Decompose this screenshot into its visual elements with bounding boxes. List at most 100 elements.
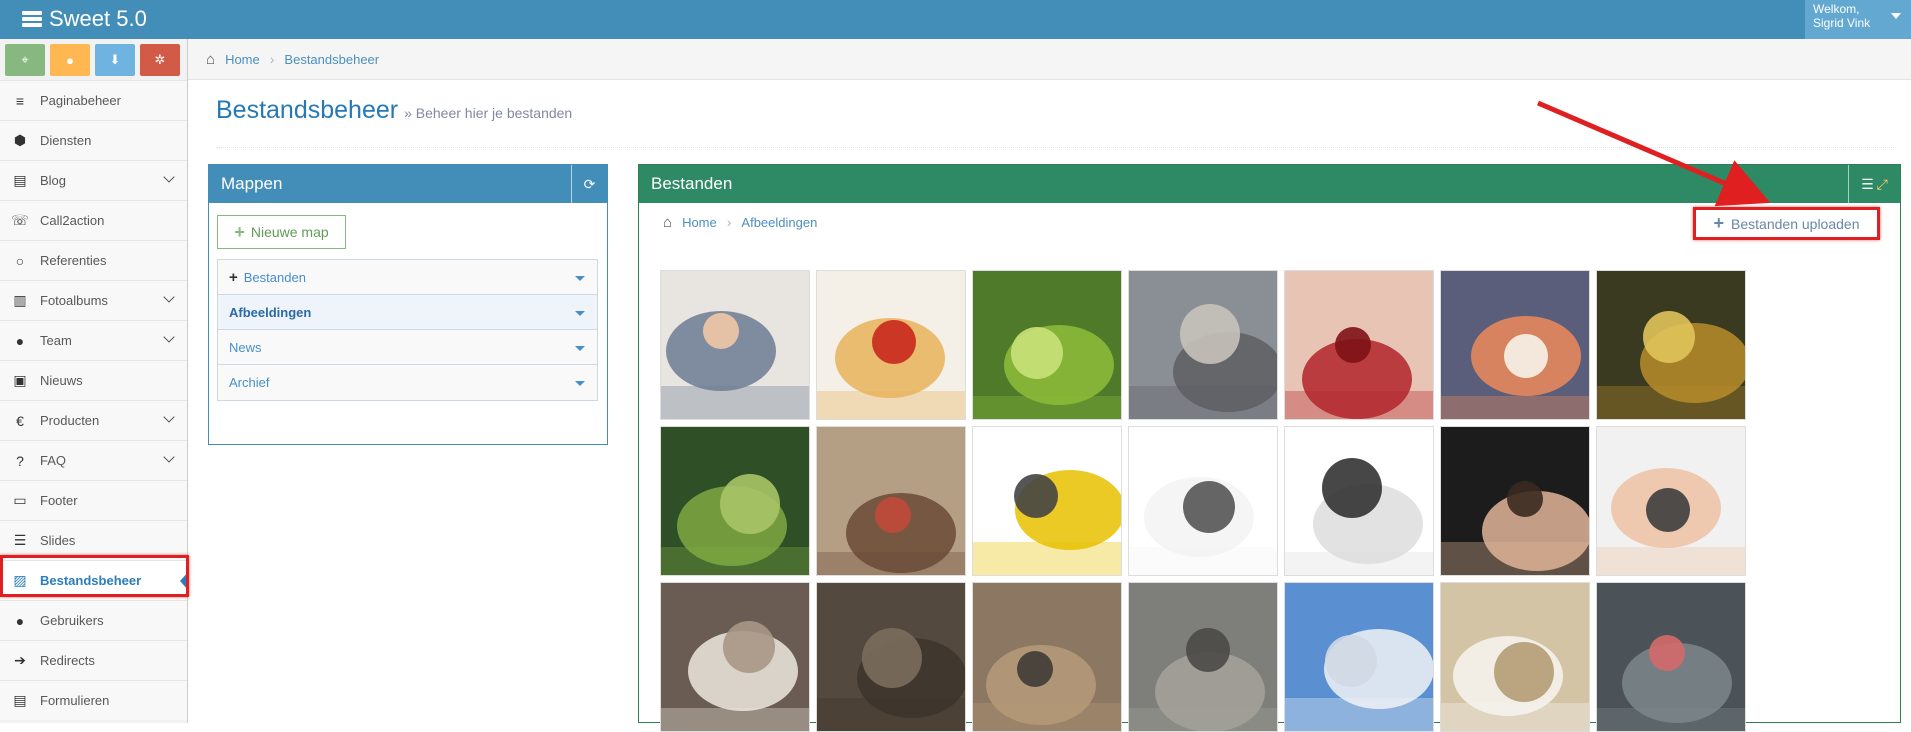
- image-thumbnail[interactable]: [1128, 582, 1278, 732]
- image-thumbnail[interactable]: [1596, 270, 1746, 420]
- sidebar-item-faq[interactable]: ? FAQ: [0, 440, 187, 480]
- image-thumbnail[interactable]: [660, 582, 810, 732]
- sidebar-item-label: Paginabeheer: [40, 93, 121, 108]
- view-toggle[interactable]: ☰ ⤢: [1848, 165, 1900, 203]
- sidebar-item-call2action[interactable]: ☏ Call2action: [0, 200, 187, 240]
- expand-icon[interactable]: ⤢: [1877, 176, 1888, 193]
- home-icon: ⌂: [206, 50, 216, 68]
- highlight-box: [0, 555, 189, 597]
- home-icon: ⌂: [663, 213, 673, 231]
- list-alt-icon: ▤: [13, 692, 27, 708]
- sidebar: ⌖ ● ⬇ ✲ ≡ Paginabeheer ⬢ Diensten ▤ Blog ☏ Call2ac…: [0, 39, 189, 723]
- image-thumbnail[interactable]: [1284, 270, 1434, 420]
- image-thumbnail[interactable]: [1596, 426, 1746, 576]
- shortcut-button[interactable]: ⬇: [95, 44, 135, 76]
- folder-label: News: [229, 340, 262, 355]
- sidebar-item-gebruikers[interactable]: ● Gebruikers: [0, 600, 187, 640]
- volume-control-phone-icon: ☏: [11, 212, 29, 228]
- image-thumbnail[interactable]: [1596, 582, 1746, 732]
- breadcrumb-home-link[interactable]: Home: [225, 52, 260, 67]
- folder-breadcrumb-home[interactable]: Home: [682, 215, 717, 230]
- shortcut-button[interactable]: ✲: [140, 44, 180, 76]
- users-icon: ●: [15, 332, 25, 349]
- sidebar-item-referenties[interactable]: ○ Referenties: [0, 240, 187, 280]
- image-thumbnail[interactable]: [816, 426, 966, 576]
- sidebar-item-footer[interactable]: ▭ Footer: [0, 480, 187, 520]
- image-thumbnail[interactable]: [972, 582, 1122, 732]
- sidebar-item-label: Producten: [40, 413, 100, 428]
- sidebar-item-blog[interactable]: ▤ Blog: [0, 160, 187, 200]
- folder-item[interactable]: News: [217, 329, 598, 366]
- sidebar-item-redirects[interactable]: ➔ Redirects: [0, 640, 187, 680]
- image-thumbnail[interactable]: [972, 426, 1122, 576]
- image-thumbnail[interactable]: [816, 270, 966, 420]
- sidebar-item-label: Nieuws: [40, 373, 83, 388]
- book-icon: ▥: [13, 292, 27, 308]
- image-thumbnail[interactable]: [1128, 426, 1278, 576]
- sidebar-item-nieuws[interactable]: ▣ Nieuws: [0, 360, 187, 400]
- caret-down-icon[interactable]: [575, 346, 585, 351]
- euro-icon: €: [16, 412, 24, 429]
- image-thumbnail[interactable]: [1440, 270, 1590, 420]
- newspaper-icon: ▣: [13, 372, 27, 388]
- image-thumbnail[interactable]: [660, 426, 810, 576]
- page-title: Bestandsbeheer: [216, 96, 399, 124]
- sidebar-item-formulieren[interactable]: ▤ Formulieren: [0, 680, 187, 720]
- breadcrumb-separator: ›: [726, 214, 732, 230]
- sidebar-item-label: Slides: [40, 533, 76, 548]
- image-grid: [660, 270, 1746, 732]
- folder-item[interactable]: Afbeeldingen: [217, 294, 598, 331]
- shortcut-button[interactable]: ⌖: [5, 44, 45, 76]
- chevron-down-icon: [163, 411, 175, 423]
- user-icon: ●: [15, 612, 25, 629]
- map-marker-icon: ⌖: [21, 52, 29, 67]
- image-thumbnail[interactable]: [816, 582, 966, 732]
- image-thumbnail[interactable]: [660, 270, 810, 420]
- sidebar-item-label: FAQ: [40, 453, 67, 468]
- sidebar-item-label: Diensten: [40, 133, 92, 148]
- folder-item[interactable]: Archief: [217, 364, 598, 401]
- brand-logo[interactable]: Sweet 5.0: [22, 4, 147, 34]
- image-thumbnail[interactable]: [1284, 582, 1434, 732]
- refresh-icon[interactable]: ⟳: [571, 165, 607, 203]
- shortcut-button[interactable]: ●: [50, 44, 90, 76]
- brand-title: Sweet 5.0: [49, 6, 147, 31]
- arrow-circle-right-icon: ➔: [14, 652, 26, 668]
- sidebar-item-producten[interactable]: € Producten: [0, 400, 187, 440]
- mappen-panel: Mappen ⟳ + Nieuwe map + Bestanden Afbeeldin…: [208, 164, 608, 445]
- caret-down-icon[interactable]: [575, 381, 585, 386]
- user-menu[interactable]: Welkom, Sigrid Vink: [1805, 0, 1911, 39]
- sidebar-item-label: Footer: [40, 493, 78, 508]
- new-folder-button[interactable]: + Nieuwe map: [217, 215, 346, 249]
- top-navbar: Sweet 5.0 Welkom, Sigrid Vink: [0, 0, 1911, 39]
- image-thumbnail[interactable]: [1440, 582, 1590, 732]
- sidebar-item-paginabeheer[interactable]: ≡ Paginabeheer: [0, 80, 187, 120]
- mappen-title: Mappen: [221, 174, 283, 193]
- chevron-down-icon: [163, 291, 175, 303]
- server-icon: [22, 11, 42, 27]
- caret-down-icon[interactable]: [575, 276, 585, 281]
- download-icon: ⬇: [109, 52, 121, 67]
- sidebar-item-diensten[interactable]: ⬢ Diensten: [0, 120, 187, 160]
- sidebar-item-fotoalbums[interactable]: ▥ Fotoalbums: [0, 280, 187, 320]
- question-circle-icon: ?: [16, 452, 24, 469]
- sidebar-item-slides[interactable]: ☰ Slides: [0, 520, 187, 560]
- sidebar-item-team[interactable]: ● Team: [0, 320, 187, 360]
- file-text-icon: ▤: [13, 172, 27, 188]
- image-thumbnail[interactable]: [1440, 426, 1590, 576]
- folder-label: Afbeeldingen: [229, 305, 312, 320]
- breadcrumb: ⌂ Home › Bestandsbeheer: [188, 39, 1911, 80]
- sliders-icon: ☰: [13, 532, 27, 548]
- breadcrumb-separator: ›: [269, 51, 275, 67]
- list-alt-icon: ▭: [13, 492, 27, 508]
- sidebar-nav: ≡ Paginabeheer ⬢ Diensten ▤ Blog ☏ Call2action ○…: [0, 80, 189, 720]
- cubes-icon: ⬢: [13, 132, 27, 148]
- image-thumbnail[interactable]: [972, 270, 1122, 420]
- image-thumbnail[interactable]: [1128, 270, 1278, 420]
- caret-down-icon[interactable]: [575, 311, 585, 316]
- mappen-header: Mappen ⟳: [209, 165, 607, 203]
- sidebar-item-label: Team: [40, 333, 72, 348]
- list-icon[interactable]: ☰: [1861, 176, 1874, 193]
- image-thumbnail[interactable]: [1284, 426, 1434, 576]
- folder-item[interactable]: + Bestanden: [217, 259, 598, 296]
